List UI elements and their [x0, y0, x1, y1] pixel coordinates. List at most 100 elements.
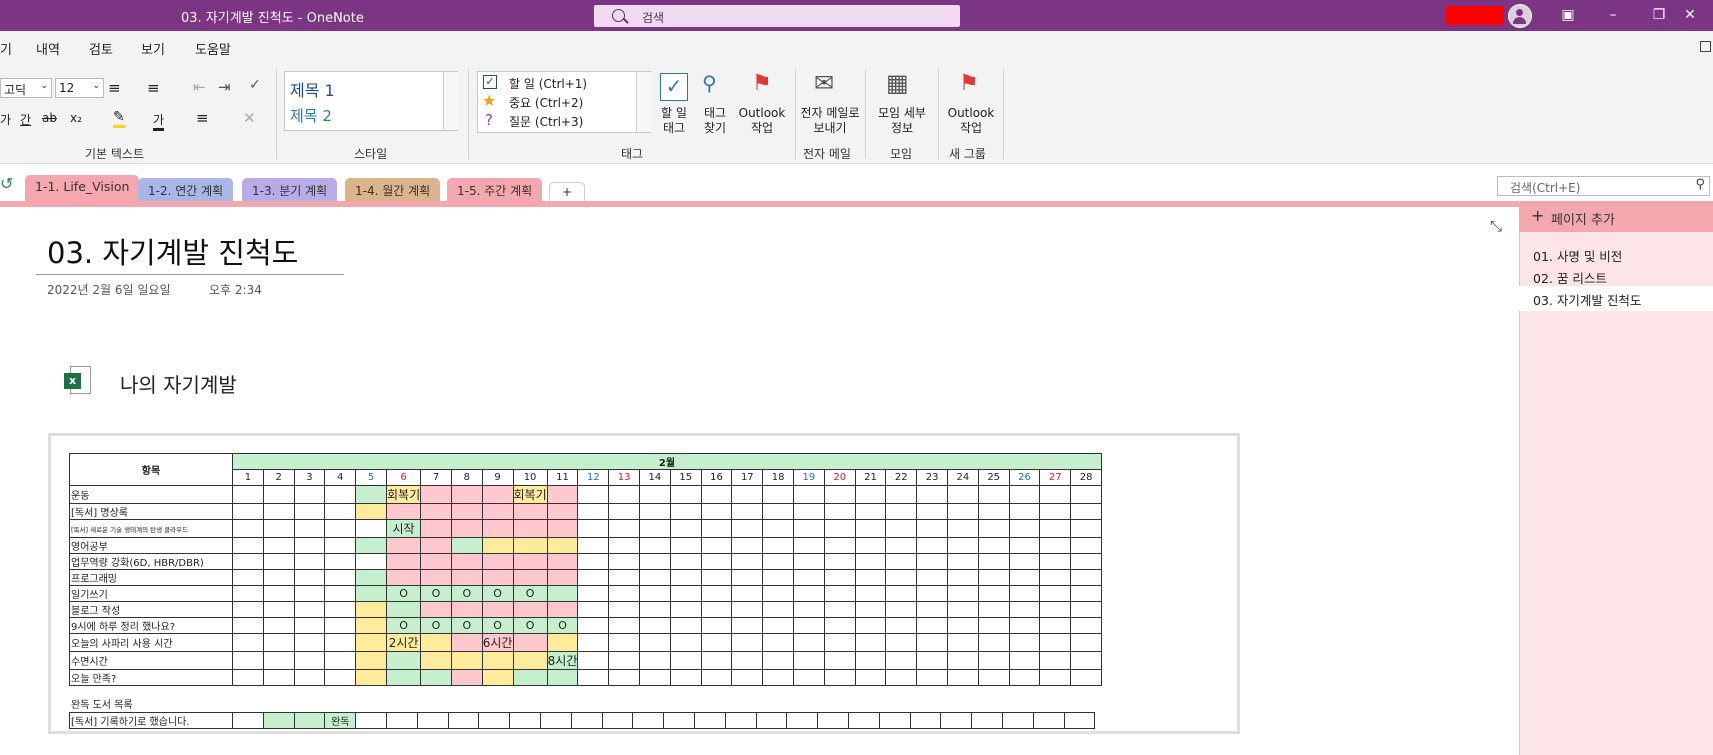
todo-tag-button[interactable]: 할 일 태그 — [659, 106, 689, 136]
day-cell[interactable] — [355, 553, 387, 570]
day-cell[interactable] — [450, 503, 483, 520]
day-cell[interactable] — [793, 519, 825, 538]
day-cell[interactable] — [916, 617, 948, 634]
day-cell[interactable] — [885, 585, 918, 602]
day-cell[interactable] — [481, 669, 514, 686]
day-cell[interactable] — [232, 519, 264, 538]
day-cell[interactable] — [885, 569, 918, 586]
day-cell[interactable] — [262, 485, 295, 504]
day-cell[interactable]: 시작 — [385, 519, 422, 538]
day-cell[interactable] — [946, 585, 979, 602]
day-cell[interactable] — [450, 537, 483, 554]
day-cell[interactable] — [762, 585, 794, 602]
day-cell[interactable] — [762, 569, 794, 586]
subscript-icon[interactable]: x₂ — [70, 111, 82, 125]
day-cell[interactable] — [1008, 503, 1041, 520]
day-cell[interactable] — [324, 617, 357, 634]
strikethrough-icon[interactable]: ab — [42, 111, 57, 125]
day-cell[interactable] — [1008, 537, 1041, 554]
day-cell[interactable] — [793, 601, 825, 618]
account-avatar[interactable] — [1508, 4, 1532, 28]
tab-life-vision[interactable]: 1-1. Life_Vision — [25, 175, 140, 202]
day-cell[interactable] — [1032, 712, 1065, 729]
day-cell[interactable] — [755, 712, 788, 729]
highlight-icon[interactable]: ✎ — [113, 109, 125, 128]
day-cell[interactable] — [632, 712, 665, 729]
day-cell[interactable] — [608, 569, 641, 586]
day-cell[interactable] — [669, 519, 702, 538]
day-cell[interactable] — [546, 553, 579, 570]
todo-tag-icon[interactable]: ✓ — [660, 73, 688, 101]
day-cell[interactable] — [700, 503, 733, 520]
day-cell[interactable]: 2시간 — [385, 633, 422, 652]
underline-icon[interactable]: 간 — [20, 111, 31, 128]
day-cell[interactable]: 완독 — [324, 712, 357, 729]
day-cell[interactable] — [700, 633, 733, 652]
day-cell[interactable]: 회복기 — [385, 485, 422, 504]
day-cell[interactable] — [854, 617, 887, 634]
day-cell[interactable] — [1039, 537, 1072, 554]
day-cell[interactable] — [977, 485, 1010, 504]
day-cell[interactable] — [450, 633, 483, 652]
increase-indent-icon[interactable]: ⇥ — [218, 78, 231, 96]
day-cell[interactable] — [885, 503, 918, 520]
day-cell[interactable] — [1039, 633, 1072, 652]
day-cell[interactable] — [293, 633, 326, 652]
day-cell[interactable] — [355, 617, 387, 634]
day-cell[interactable] — [916, 601, 948, 618]
day-cell[interactable] — [355, 585, 387, 602]
day-cell[interactable] — [293, 485, 326, 504]
day-cell[interactable] — [324, 503, 357, 520]
day-cell[interactable] — [608, 585, 641, 602]
day-cell[interactable] — [793, 503, 825, 520]
meeting-details-icon[interactable]: ▦ — [886, 69, 909, 97]
day-cell[interactable] — [946, 503, 979, 520]
day-cell[interactable] — [731, 617, 764, 634]
day-cell[interactable] — [669, 601, 702, 618]
day-cell[interactable] — [481, 485, 514, 504]
day-cell[interactable] — [946, 485, 979, 504]
email-icon[interactable]: ✉ — [814, 69, 834, 97]
page-item-progress[interactable]: 03. 자기계발 진척도 — [1533, 290, 1641, 309]
day-cell[interactable] — [324, 633, 357, 652]
day-cell[interactable] — [977, 617, 1010, 634]
day-cell[interactable] — [608, 601, 641, 618]
day-cell[interactable] — [639, 553, 671, 570]
day-cell[interactable] — [1063, 712, 1096, 729]
day-cell[interactable] — [669, 569, 702, 586]
day-cell[interactable] — [946, 569, 979, 586]
day-cell[interactable] — [885, 553, 918, 570]
day-cell[interactable] — [1070, 503, 1102, 520]
day-cell[interactable] — [700, 485, 733, 504]
day-cell[interactable] — [1039, 651, 1072, 670]
day-cell[interactable] — [232, 633, 264, 652]
day-cell[interactable] — [731, 537, 764, 554]
outlook-task-button[interactable]: Outlook 작업 — [738, 106, 786, 136]
day-cell[interactable] — [639, 585, 671, 602]
day-cell[interactable] — [762, 617, 794, 634]
day-cell[interactable] — [762, 485, 794, 504]
day-cell[interactable] — [450, 553, 483, 570]
day-cell[interactable] — [639, 633, 671, 652]
day-cell[interactable] — [854, 503, 887, 520]
day-cell[interactable] — [946, 519, 979, 538]
styles-gallery[interactable]: 제목 1 제목 2 — [284, 71, 458, 131]
day-cell[interactable] — [916, 569, 948, 586]
day-cell[interactable] — [293, 601, 326, 618]
day-cell[interactable] — [1008, 651, 1041, 670]
day-cell[interactable] — [916, 537, 948, 554]
day-cell[interactable] — [724, 712, 757, 729]
day-cell[interactable] — [509, 712, 541, 729]
day-cell[interactable] — [639, 569, 671, 586]
day-cell[interactable] — [823, 569, 856, 586]
day-cell[interactable] — [1008, 585, 1041, 602]
day-cell[interactable] — [823, 503, 856, 520]
day-cell[interactable] — [916, 633, 948, 652]
find-tags-button[interactable]: 태그 찾기 — [700, 106, 730, 136]
day-cell[interactable] — [762, 553, 794, 570]
day-cell[interactable] — [601, 712, 634, 729]
day-cell[interactable] — [293, 553, 326, 570]
email-page-button[interactable]: 전자 메일로 보내기 — [799, 106, 861, 136]
day-cell[interactable] — [916, 485, 948, 504]
day-cell[interactable] — [693, 712, 726, 729]
